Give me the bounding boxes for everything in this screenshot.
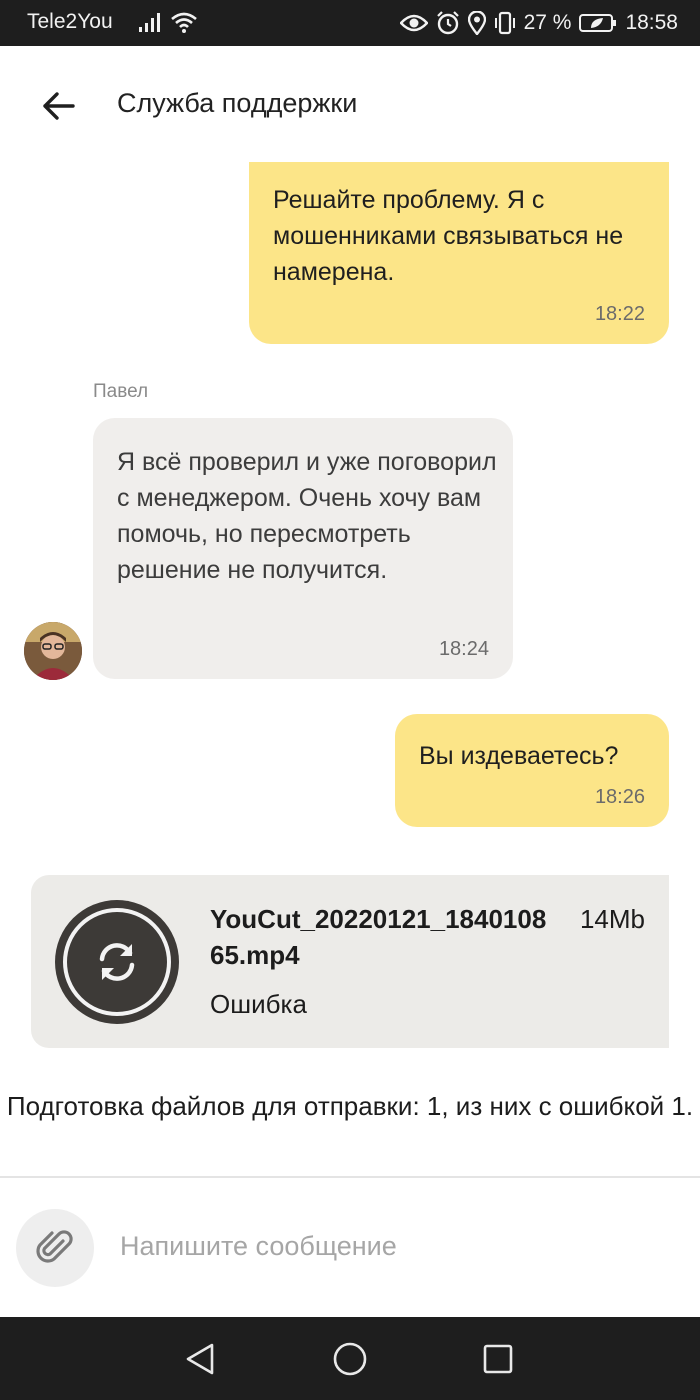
battery-icon — [579, 14, 617, 32]
carrier-name: Tele2You — [27, 10, 113, 33]
eye-icon — [399, 14, 428, 32]
nav-home-button[interactable] — [328, 1337, 372, 1381]
retry-ring — [63, 908, 171, 1016]
alarm-icon — [436, 11, 459, 35]
attach-button[interactable] — [16, 1209, 94, 1287]
arrow-left-icon — [43, 92, 75, 120]
clock: 18:58 — [625, 11, 678, 34]
wifi-icon — [171, 12, 197, 33]
avatar[interactable] — [24, 622, 82, 680]
signal-indicators — [138, 11, 198, 35]
square-recents-icon — [483, 1344, 513, 1374]
nav-back-button[interactable] — [178, 1337, 222, 1381]
page-title: Служба поддержки — [117, 88, 358, 118]
status-bar: Tele2You 27 % 18:58 — [0, 0, 700, 46]
message-input[interactable] — [120, 1224, 680, 1268]
circle-home-icon — [333, 1342, 367, 1376]
paperclip-icon — [36, 1230, 73, 1263]
chat-header: Служба поддержки — [0, 46, 700, 162]
message-time: 18:26 — [594, 786, 645, 808]
message-text: Решайте проблему. Я с мошенниками связыв… — [273, 186, 624, 286]
signal-icon — [139, 13, 160, 32]
vibrate-icon — [494, 11, 515, 35]
battery-percent: 27 % — [523, 11, 572, 34]
back-button[interactable] — [34, 82, 82, 130]
file-name: YouCut_20220121_184010865.mp4 — [210, 904, 547, 970]
message-text: Вы издеваетесь? — [419, 742, 619, 770]
triangle-back-icon — [186, 1343, 214, 1375]
file-attachment[interactable]: YouCut_20220121_184010865.mp4 14Mb Ошибк… — [31, 875, 669, 1048]
message-time: 18:24 — [438, 638, 489, 660]
sender-name: Павел — [93, 381, 149, 402]
outgoing-message[interactable]: Решайте проблему. Я с мошенниками связыв… — [249, 162, 669, 344]
composer-divider — [0, 1176, 700, 1178]
navigation-bar — [0, 1317, 700, 1400]
status-icons: 27 % 18:58 — [399, 9, 678, 37]
incoming-message[interactable]: Я всё проверил и уже поговорил с менедже… — [93, 418, 513, 679]
message-time: 18:22 — [594, 303, 645, 325]
upload-status-text: Подготовка файлов для отправки: 1, из ни… — [6, 1091, 694, 1121]
retry-button[interactable] — [55, 900, 179, 1024]
file-status: Ошибка — [210, 989, 307, 1019]
avatar-image — [24, 622, 82, 680]
retry-icon — [99, 943, 135, 981]
file-size: 14Mb — [579, 904, 645, 934]
nav-recents-button[interactable] — [476, 1337, 520, 1381]
message-text: Я всё проверил и уже поговорил с менедже… — [117, 448, 497, 584]
outgoing-message[interactable]: Вы издеваетесь? 18:26 — [395, 714, 669, 827]
location-icon — [467, 11, 486, 35]
